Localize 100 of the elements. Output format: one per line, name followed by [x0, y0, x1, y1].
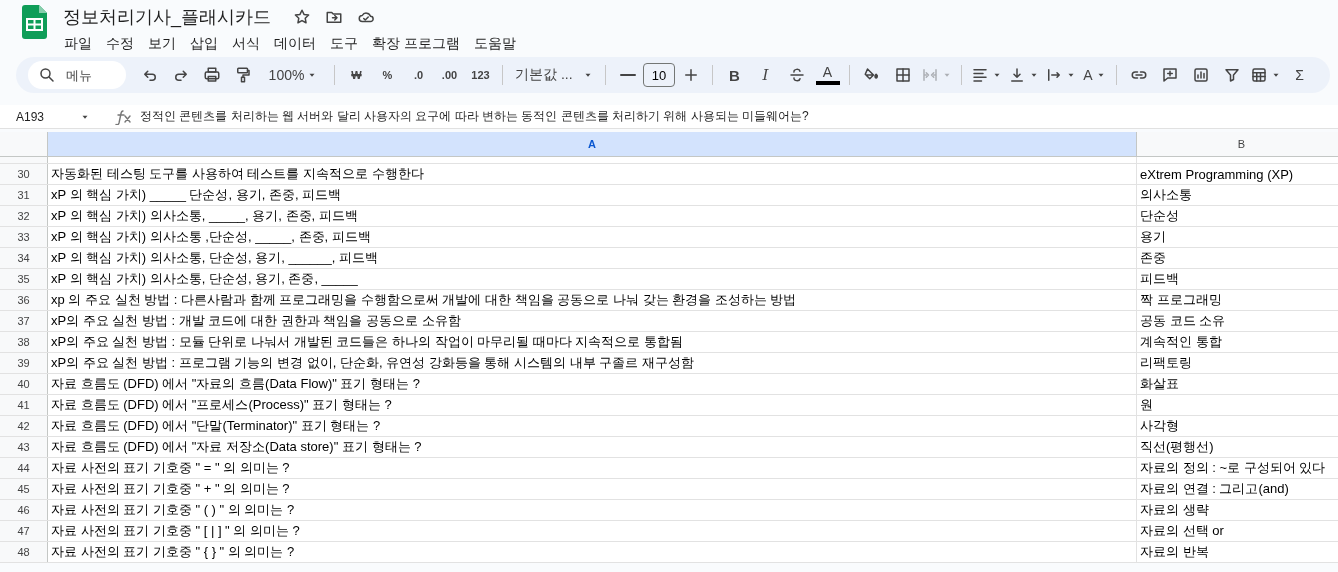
- name-box[interactable]: A193: [0, 109, 80, 124]
- decrease-decimals-button[interactable]: .0: [403, 61, 434, 89]
- table-cell: xP의 주요 실천 방법 : 프로그램 기능의 변경 없이, 단순화, 유연성 강화등을 통해 시스템의 내부 구졸르 재구성함: [48, 353, 1137, 373]
- sheets-logo-icon[interactable]: [22, 5, 47, 39]
- table-cell: 자료의 생략: [1137, 500, 1338, 520]
- row-number[interactable]: 41: [0, 395, 48, 415]
- text-rotation-button[interactable]: A: [1079, 61, 1110, 89]
- print-icon: [202, 66, 221, 84]
- align-left-icon: [971, 66, 989, 84]
- table-cell: 자료의 선택 or: [1137, 521, 1338, 541]
- row-number[interactable]: 47: [0, 521, 48, 541]
- row-number[interactable]: 33: [0, 227, 48, 247]
- functions-button[interactable]: Σ: [1284, 61, 1315, 89]
- table-cell: 자료 사전의 표기 기호중 " = " 의 의미는 ?: [48, 458, 1137, 478]
- table-cell: 용기: [1137, 227, 1338, 247]
- table-cell: 짝 프로그래밍: [1137, 290, 1338, 310]
- table-cell: 자료 사전의 표기 기호중 " [ | ] " 의 의미는 ?: [48, 521, 1137, 541]
- chart-icon: [1191, 66, 1210, 84]
- star-icon[interactable]: [293, 8, 311, 26]
- table-cell: 자료 사전의 표기 기호중 " { } " 의 의미는 ?: [48, 542, 1137, 562]
- number-format-button[interactable]: 123: [465, 61, 496, 89]
- table-cell: 원: [1137, 395, 1338, 415]
- row-number[interactable]: 38: [0, 332, 48, 352]
- table-cell: 자동화된 테스팅 도구를 사용하여 테스트를 지속적으로 수행한다: [48, 164, 1137, 184]
- menu-item[interactable]: 수정: [99, 33, 141, 55]
- column-header[interactable]: A: [48, 132, 1137, 156]
- row-number[interactable]: 40: [0, 374, 48, 394]
- menu-item[interactable]: 도움말: [466, 33, 523, 55]
- row-number[interactable]: 39: [0, 353, 48, 373]
- font-size-field[interactable]: 10: [643, 63, 675, 87]
- menu-item[interactable]: 서식: [225, 33, 267, 55]
- row-number[interactable]: 34: [0, 248, 48, 268]
- row-number[interactable]: 43: [0, 437, 48, 457]
- add-comment-icon: [1160, 66, 1179, 84]
- merge-cells-icon: [921, 66, 939, 84]
- row-number[interactable]: 37: [0, 311, 48, 331]
- currency-button[interactable]: ₩: [341, 61, 372, 89]
- bold-button[interactable]: B: [719, 61, 750, 89]
- table-cell: 단순성: [1137, 206, 1338, 226]
- table-cell: xp 의 주요 실천 방법 : 다른사람과 함께 프로그래밍을 수행함으로써 개발에 대한 책임을 공동으로 나눠 갖는 환경을 조성하는 방법: [48, 290, 1137, 310]
- align-bottom-icon: [1008, 66, 1026, 84]
- italic-button[interactable]: I: [750, 61, 781, 89]
- table-icon: [1250, 66, 1268, 84]
- table-cell: 공동 코드 소유: [1137, 311, 1338, 331]
- menu-item[interactable]: 확장 프로그램: [365, 33, 467, 55]
- table-cell: xP 의 핵심 가치) _____ 단순성, 용기, 존중, 피드백: [48, 185, 1137, 205]
- table-cell: 자료 사전의 표기 기호중 " ( ) " 의 의미는 ?: [48, 500, 1137, 520]
- row-number[interactable]: 32: [0, 206, 48, 226]
- text-color-button[interactable]: A: [812, 61, 843, 89]
- table-cell: 자료 흐름도 (DFD) 에서 "단말(Terminator)" 표기 형태는 ?: [48, 416, 1137, 436]
- table-cell: 의사소통: [1137, 185, 1338, 205]
- font-dropdown[interactable]: 기본값 ...: [509, 61, 599, 89]
- row-number[interactable]: 35: [0, 269, 48, 289]
- table-cell: 자료의 정의 : ~로 구성되어 있다: [1137, 458, 1338, 478]
- table-cell: eXtrem Programming (XP): [1137, 164, 1338, 184]
- text-wrap-icon: [1045, 66, 1063, 84]
- search-icon: [38, 66, 56, 84]
- borders-icon: [893, 66, 912, 84]
- row-number[interactable]: 42: [0, 416, 48, 436]
- table-cell: 자료의 반복: [1137, 542, 1338, 562]
- strikethrough-icon: [787, 66, 806, 84]
- table-cell: 자료 흐름도 (DFD) 에서 "프로세스(Process)" 표기 형태는 ?: [48, 395, 1137, 415]
- table-cell: 사각형: [1137, 416, 1338, 436]
- row-number[interactable]: 44: [0, 458, 48, 478]
- row-number[interactable]: 48: [0, 542, 48, 562]
- table-cell: xP의 주요 실천 방법 : 모듈 단위로 나눠서 개발된 코드들은 하나의 작업이 마무리될 때마다 지속적으로 통합됨: [48, 332, 1137, 352]
- table-cell: 자료의 연결 : 그리고(and): [1137, 479, 1338, 499]
- minus-icon: [619, 74, 636, 76]
- table-cell: 화살표: [1137, 374, 1338, 394]
- table-cell: 리팩토링: [1137, 353, 1338, 373]
- formula-field[interactable]: 정적인 콘텐츠를 처리하는 웹 서버와 달리 사용자의 요구에 따라 변하는 동적인 콘텐츠를 처리하기 위해 사용되는 미들웨어는?: [140, 108, 809, 125]
- table-cell: 계속적인 통합: [1137, 332, 1338, 352]
- menu-item[interactable]: 도구: [323, 33, 365, 55]
- menu-item[interactable]: 보기: [141, 33, 183, 55]
- row-number[interactable]: 46: [0, 500, 48, 520]
- zoom-dropdown[interactable]: 100%: [258, 61, 328, 89]
- table-cell: xP 의 핵심 가치) 의사소통, 단순성, 용기, ______, 피드백: [48, 248, 1137, 268]
- table-cell: xP 의 핵심 가치) 의사소통, 단순성, 용기, 존중, _____: [48, 269, 1137, 289]
- row-number[interactable]: 36: [0, 290, 48, 310]
- row-number[interactable]: 31: [0, 185, 48, 205]
- table-cell: 피드백: [1137, 269, 1338, 289]
- increase-decimals-button[interactable]: .00: [434, 61, 465, 89]
- menu-item[interactable]: 데이터: [267, 33, 323, 55]
- row-number[interactable]: 30: [0, 164, 48, 184]
- table-cell: 직선(평행선): [1137, 437, 1338, 457]
- filter-icon: [1222, 66, 1241, 84]
- menu-item[interactable]: 삽입: [183, 33, 225, 55]
- percent-button[interactable]: %: [372, 61, 403, 89]
- table-cell: xP의 주요 실천 방법 : 개발 코드에 대한 권한과 책임을 공동으로 소유함: [48, 311, 1137, 331]
- table-cell: xP 의 핵심 가치) 의사소통, _____, 용기, 존중, 피드백: [48, 206, 1137, 226]
- search-field[interactable]: 메뉴: [28, 61, 126, 89]
- menu-item[interactable]: 파일: [57, 33, 99, 55]
- column-header[interactable]: B: [1137, 132, 1338, 156]
- row-number[interactable]: 45: [0, 479, 48, 499]
- table-cell: 자료 사전의 표기 기호중 " + " 의 의미는 ?: [48, 479, 1137, 499]
- table-cell: 존중: [1137, 248, 1338, 268]
- table-cell: xP 의 핵심 가치) 의사소통 ,단순성, _____, 존중, 피드백: [48, 227, 1137, 247]
- document-title[interactable]: 정보처리기사_플래시카드: [63, 5, 271, 29]
- table-cell: 자료 흐름도 (DFD) 에서 "자료의 흐름(Data Flow)" 표기 형태는 ?: [48, 374, 1137, 394]
- table-cell: 자료 흐름도 (DFD) 에서 "자료 저장소(Data store)" 표기 형태는 ?: [48, 437, 1137, 457]
